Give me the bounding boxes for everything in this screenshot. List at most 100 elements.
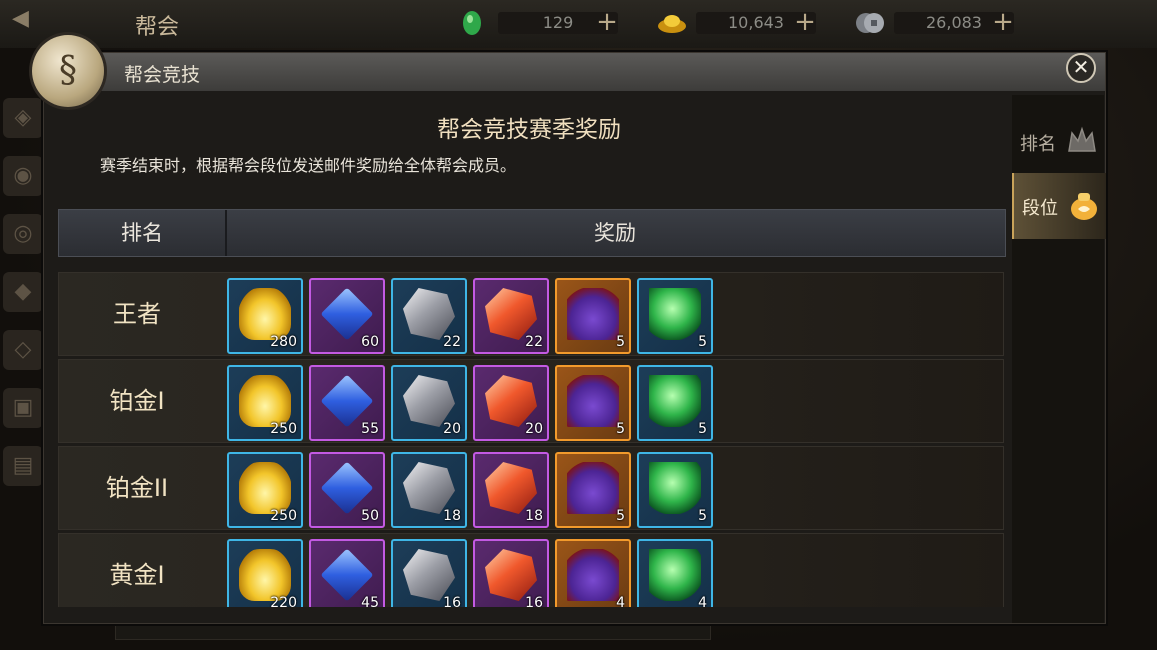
silver-ore-item[interactable]: 16 [391,539,467,607]
coin-icon [856,13,884,33]
reward-table[interactable]: 王者 280 60 22 22 5 5 铂金I 250 55 20 20 5 5 铂金II 250 50 18 18… [58,272,1004,607]
nav-icon[interactable]: ◈ [3,98,43,138]
crown-icon [1068,126,1096,152]
pouch-icon [1071,193,1097,220]
item-count: 5 [616,508,625,524]
top-bar: ◀ 帮会 129 + 10,643 + 26,083 + [0,0,1157,48]
treasure-pouch-icon [567,549,619,601]
gold-ingot-item[interactable]: 280 [227,278,303,354]
ruby-ore-icon [485,375,537,427]
tab-tier[interactable]: 段位 [1012,173,1106,239]
ruby-ore-icon [485,462,537,514]
item-count: 55 [361,421,379,437]
treasure-pouch-item[interactable]: 4 [555,539,631,607]
dialog-header: § 帮会竞技 ✕ [32,35,1105,107]
silver-ore-item[interactable]: 20 [391,365,467,441]
item-count: 18 [443,508,461,524]
jade-orb-icon [649,549,701,601]
jade-icon [463,11,481,35]
ruby-ore-item[interactable]: 16 [473,539,549,607]
background-side-nav: ◈ ◉ ◎ ◆ ◇ ▣ ▤ [0,80,46,620]
gold-ingot-item[interactable]: 250 [227,452,303,528]
treasure-pouch-icon [567,375,619,427]
jade-orb-item[interactable]: 5 [637,365,713,441]
jade-orb-icon [649,288,701,340]
treasure-pouch-icon [567,288,619,340]
tab-label: 排名 [1020,134,1056,155]
jade-orb-icon [649,375,701,427]
nav-icon[interactable]: ▣ [3,388,43,428]
tier-name: 铂金I [109,387,165,415]
nav-icon[interactable]: ◎ [3,214,43,254]
column-header-reward: 奖励 [594,221,636,245]
tab-label: 段位 [1022,198,1058,219]
gold-ingot-item[interactable]: 250 [227,365,303,441]
nav-icon[interactable]: ◇ [3,330,43,370]
gold-ingot-icon [239,462,291,514]
ruby-ore-icon [485,288,537,340]
sapphire-gem-item[interactable]: 60 [309,278,385,354]
sapphire-gem-item[interactable]: 45 [309,539,385,607]
tier-name: 黄金I [109,561,165,589]
tab-ranking[interactable]: 排名 [1012,109,1104,175]
item-count: 5 [616,334,625,350]
sapphire-gem-icon [320,374,374,428]
add-coin-button[interactable]: + [990,9,1016,35]
rewards-description: 赛季结束时，根据帮会段位发送邮件奖励给全体帮会成员。 [100,156,517,175]
gold-ingot-icon [239,549,291,601]
silver-ore-item[interactable]: 18 [391,452,467,528]
table-row: 黄金I 220 45 16 16 4 4 [58,533,1004,607]
sapphire-gem-icon [320,461,374,515]
add-jade-button[interactable]: + [594,9,620,35]
sapphire-gem-item[interactable]: 50 [309,452,385,528]
silver-ore-item[interactable]: 22 [391,278,467,354]
item-count: 5 [616,421,625,437]
guild-arena-dialog: § 帮会竞技 ✕ 帮会竞技赛季奖励 赛季结束时，根据帮会段位发送邮件奖励给全体帮… [32,35,1106,624]
silver-ore-icon [403,375,455,427]
side-tabs: 排名 段位 [1012,95,1106,623]
column-header-rank: 排名 [59,210,227,256]
item-count: 50 [361,508,379,524]
nav-icon[interactable]: ▤ [3,446,43,486]
nav-icon[interactable]: ◉ [3,156,43,196]
item-count: 45 [361,595,379,607]
back-arrow-icon[interactable]: ◀ [12,8,52,30]
item-count: 16 [443,595,461,607]
table-row: 王者 280 60 22 22 5 5 [58,272,1004,356]
table-row: 铂金I 250 55 20 20 5 5 [58,359,1004,443]
item-count: 16 [525,595,543,607]
gold-ingot-icon [239,375,291,427]
ruby-ore-item[interactable]: 22 [473,278,549,354]
tier-name: 王者 [113,300,161,328]
item-count: 5 [698,421,707,437]
item-count: 22 [525,334,543,350]
jade-orb-item[interactable]: 4 [637,539,713,607]
silver-ore-icon [403,462,455,514]
ruby-ore-item[interactable]: 20 [473,365,549,441]
close-button[interactable]: ✕ [1066,53,1096,83]
gold-ingot-item[interactable]: 220 [227,539,303,607]
nav-icon[interactable]: ◆ [3,272,43,312]
guild-title: 帮会 [135,15,180,40]
treasure-pouch-item[interactable]: 5 [555,365,631,441]
item-count: 250 [270,508,297,524]
item-count: 4 [698,595,707,607]
item-count: 60 [361,334,379,350]
jade-orb-item[interactable]: 5 [637,278,713,354]
jade-orb-item[interactable]: 5 [637,452,713,528]
treasure-pouch-item[interactable]: 5 [555,278,631,354]
add-gold-button[interactable]: + [792,9,818,35]
sapphire-gem-icon [320,548,374,602]
ruby-ore-item[interactable]: 18 [473,452,549,528]
treasure-pouch-item[interactable]: 5 [555,452,631,528]
jade-orb-icon [649,462,701,514]
item-count: 18 [525,508,543,524]
item-count: 20 [525,421,543,437]
item-count: 22 [443,334,461,350]
item-count: 5 [698,334,707,350]
item-count: 20 [443,421,461,437]
item-count: 220 [270,595,297,607]
sapphire-gem-item[interactable]: 55 [309,365,385,441]
item-count: 250 [270,421,297,437]
guild-emblem-icon: § [32,35,104,107]
